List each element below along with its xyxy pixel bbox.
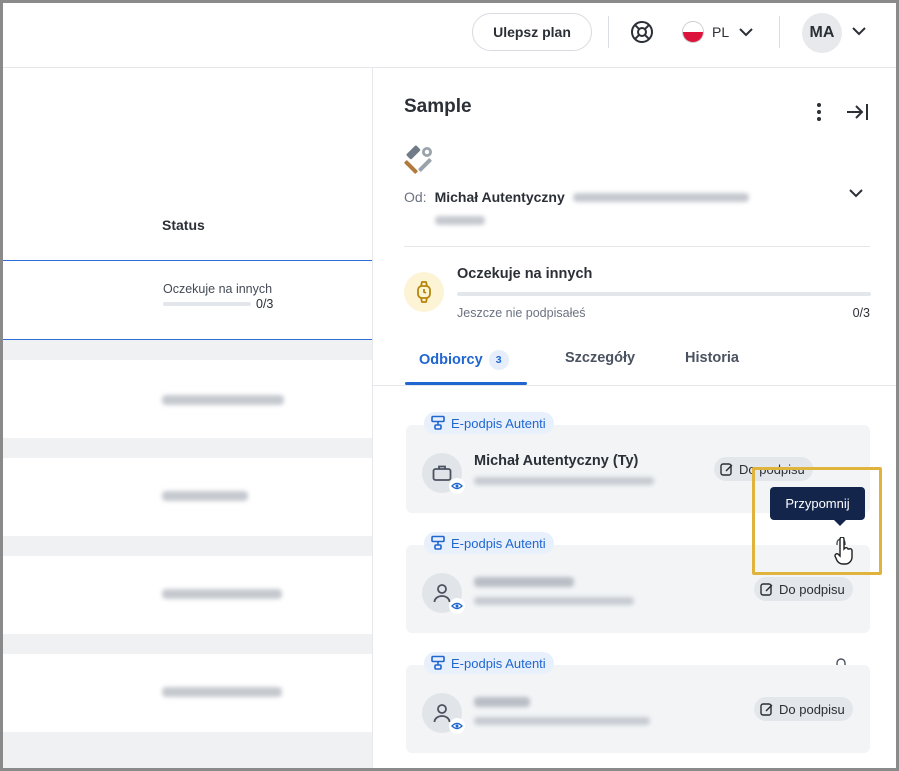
language-selector[interactable]: PL bbox=[682, 20, 755, 44]
to-sign-chip: Do podpisu bbox=[714, 457, 813, 481]
sender-name: Michał Autentyczny bbox=[434, 189, 565, 205]
poland-flag-icon bbox=[682, 21, 704, 43]
recipient-avatar bbox=[422, 453, 465, 494]
signature-method-tag: E-podpis Autenti bbox=[424, 412, 554, 434]
row-progress-count: 0/3 bbox=[256, 297, 274, 311]
person-icon bbox=[433, 584, 451, 603]
signing-progress-bar bbox=[457, 292, 871, 296]
table-row[interactable] bbox=[0, 360, 372, 438]
signature-method-tag: E-podpis Autenti bbox=[424, 652, 554, 674]
signature-icon bbox=[431, 655, 445, 670]
recipient-avatar bbox=[422, 693, 465, 734]
sender-label: Od: bbox=[404, 189, 427, 205]
watch-icon bbox=[417, 281, 431, 303]
blurred-recipient-name bbox=[474, 577, 574, 587]
status-column-header[interactable]: Status bbox=[162, 217, 205, 233]
document-details-panel: Sample Od: Michał Autentyczny Oczekuje n… bbox=[372, 68, 899, 771]
chevron-down-icon[interactable] bbox=[847, 184, 865, 202]
eye-icon bbox=[449, 478, 465, 494]
remind-tooltip: Przypomnij bbox=[770, 487, 865, 526]
table-row[interactable]: Oczekuje na innych 0/3 bbox=[0, 260, 372, 340]
divider bbox=[779, 16, 780, 48]
blurred-recipient-name bbox=[474, 697, 530, 707]
status-title: Oczekuje na innych bbox=[457, 266, 593, 282]
blurred-status bbox=[162, 589, 282, 599]
blurred-recipient-email bbox=[474, 717, 650, 725]
blurred-status bbox=[162, 395, 284, 405]
eye-icon bbox=[449, 598, 465, 614]
table-row[interactable] bbox=[0, 458, 372, 536]
document-list: Status Oczekuje na innych 0/3 bbox=[0, 68, 372, 771]
signature-method-tag: E-podpis Autenti bbox=[424, 532, 554, 554]
recipient-name: Michał Autentyczny (Ty) bbox=[474, 453, 639, 469]
signature-method-label: E-podpis Autenti bbox=[451, 415, 546, 431]
recipients-count-badge: 3 bbox=[488, 350, 509, 370]
tab-recipients[interactable]: Odbiorcy 3 bbox=[419, 350, 509, 370]
recipient-avatar bbox=[422, 573, 465, 614]
user-avatar[interactable]: MA bbox=[802, 13, 842, 53]
collapse-panel-icon[interactable] bbox=[845, 102, 869, 122]
tab-details[interactable]: Szczegóły bbox=[565, 350, 635, 366]
hammer-wrench-icon bbox=[404, 145, 432, 174]
to-sign-label: Do podpisu bbox=[779, 581, 845, 597]
to-sign-chip: Do podpisu bbox=[754, 577, 853, 601]
sender-row: Od: Michał Autentyczny bbox=[404, 189, 749, 205]
recipient-card: Do podpisu bbox=[406, 665, 870, 753]
table-row[interactable] bbox=[0, 654, 372, 732]
language-code: PL bbox=[712, 24, 730, 40]
row-progress-bar bbox=[163, 302, 251, 306]
edit-icon bbox=[760, 703, 773, 716]
chevron-down-icon bbox=[739, 28, 753, 37]
edit-icon bbox=[720, 463, 733, 476]
table-row[interactable] bbox=[0, 556, 372, 634]
blurred-status bbox=[162, 491, 248, 501]
tab-history[interactable]: Historia bbox=[685, 350, 739, 366]
signature-icon bbox=[431, 415, 445, 430]
row-status-text: Oczekuje na innych bbox=[163, 282, 273, 296]
blurred-status bbox=[162, 687, 282, 697]
kebab-menu-icon[interactable] bbox=[811, 102, 827, 122]
divider bbox=[404, 246, 870, 247]
upgrade-plan-button[interactable]: Ulepsz plan bbox=[472, 13, 592, 51]
signature-method-label: E-podpis Autenti bbox=[451, 655, 546, 671]
status-count: 0/3 bbox=[852, 306, 870, 320]
edit-icon bbox=[760, 583, 773, 596]
person-icon bbox=[433, 704, 451, 723]
status-icon-circle bbox=[404, 272, 444, 312]
to-sign-label: Do podpisu bbox=[739, 461, 805, 477]
panel-tabs: Odbiorcy 3 Szczegóły Historia bbox=[373, 336, 899, 386]
blurred-sender-email bbox=[435, 216, 485, 225]
active-tab-indicator bbox=[405, 382, 527, 385]
signature-icon bbox=[431, 535, 445, 550]
blurred-recipient-email bbox=[474, 597, 634, 605]
list-header: Status bbox=[0, 68, 372, 260]
divider bbox=[608, 16, 609, 48]
signature-method-label: E-podpis Autenti bbox=[451, 535, 546, 551]
status-subtitle: Jeszcze nie podpisałeś bbox=[457, 306, 586, 320]
tab-label: Odbiorcy bbox=[419, 352, 483, 368]
hand-cursor-icon bbox=[834, 537, 853, 565]
top-bar: Ulepsz plan PL MA bbox=[0, 0, 899, 68]
lifebuoy-icon[interactable] bbox=[630, 20, 654, 44]
briefcase-icon bbox=[432, 465, 452, 481]
blurred-recipient-email bbox=[474, 477, 654, 485]
blurred-sender-email bbox=[572, 192, 749, 202]
eye-icon bbox=[449, 718, 465, 734]
recipient-card: Do podpisu bbox=[406, 545, 870, 633]
document-title: Sample bbox=[404, 96, 472, 117]
chevron-down-icon[interactable] bbox=[850, 22, 868, 40]
to-sign-chip: Do podpisu bbox=[754, 697, 853, 721]
to-sign-label: Do podpisu bbox=[779, 701, 845, 717]
signing-status: Oczekuje na innych Jeszcze nie podpisałe… bbox=[404, 266, 871, 326]
